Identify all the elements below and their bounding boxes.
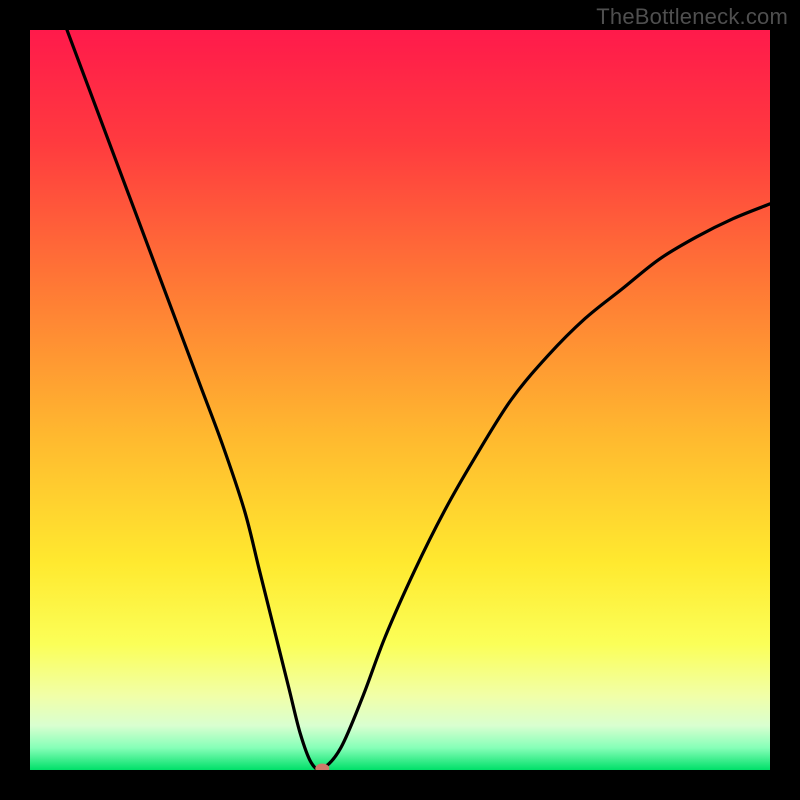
chart-area — [30, 30, 770, 770]
bottleneck-curve — [67, 30, 770, 769]
chart-curve-layer — [30, 30, 770, 770]
watermark-text: TheBottleneck.com — [596, 4, 788, 30]
